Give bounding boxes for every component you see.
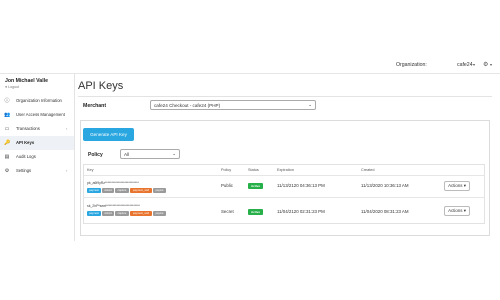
- logout-link[interactable]: ● Logout: [5, 85, 19, 89]
- key-created: 11/04/2020 08:31:23 AM: [361, 209, 409, 214]
- policy-filter-value: All: [124, 151, 130, 157]
- table-divider: [83, 175, 485, 176]
- column-header-expiration: Expiration: [277, 168, 294, 172]
- permission-tag: payment_void: [130, 211, 152, 216]
- api-key-value: pk_a6f9yRz**************************: [87, 181, 139, 185]
- column-header-policy: Policy: [221, 168, 232, 172]
- sidebar: Jon Michael Valle ● Logout ⓘ Organizatio…: [0, 74, 75, 241]
- chevron-down-icon: ⌄: [308, 102, 312, 107]
- organization-label: Organization:: [396, 62, 427, 68]
- page-title: API Keys: [78, 80, 124, 92]
- sidebar-item-transactions[interactable]: ▭ Transactions ›: [0, 122, 74, 136]
- column-header-status: Status: [248, 168, 259, 172]
- actions-dropdown-button[interactable]: Actions ▾: [444, 181, 470, 191]
- permission-tag: payout: [153, 211, 166, 216]
- chevron-down-icon[interactable]: ▾: [473, 62, 475, 67]
- app-root: Organization: cafe24 ▾ ⚙ ▾ Jon Michael V…: [0, 0, 500, 300]
- key-permissions: payment refund capture payment_void payo…: [87, 211, 173, 216]
- merchant-select-value: cafe24 Checkout - cafe24 (PHP): [154, 102, 221, 108]
- top-bar: Organization: cafe24 ▾ ⚙ ▾: [0, 58, 500, 74]
- status-badge: Active: [248, 183, 263, 189]
- key-policy: Public: [221, 183, 233, 188]
- users-icon: 👥: [4, 112, 11, 118]
- merchant-select[interactable]: cafe24 Checkout - cafe24 (PHP) ⌄: [150, 100, 316, 110]
- permission-tag: capture: [115, 188, 129, 193]
- sidebar-item-label: Settings: [16, 168, 32, 173]
- sidebar-item-label: API Keys: [16, 140, 35, 145]
- organization-selector[interactable]: cafe24: [457, 62, 473, 68]
- generate-api-key-button[interactable]: Generate API Key: [83, 128, 134, 141]
- sidebar-item-audit-logs[interactable]: ▤ Audit Logs: [0, 150, 74, 164]
- sidebar-item-label: User Access Management: [16, 112, 65, 117]
- permission-tag: capture: [115, 211, 129, 216]
- audit-icon: ▤: [4, 154, 10, 160]
- key-policy: Secret: [221, 209, 234, 214]
- key-expiration: 11/13/2120 04:36:13 PM: [277, 183, 325, 188]
- transactions-icon: ▭: [4, 126, 10, 132]
- sidebar-item-label: Organization Information: [16, 98, 62, 103]
- merchant-label: Merchant: [83, 103, 107, 109]
- permission-tag: payment: [87, 188, 101, 193]
- sidebar-item-api-keys[interactable]: 🔑 API Keys: [0, 136, 74, 150]
- column-header-created: Created: [361, 168, 375, 172]
- policy-filter-select[interactable]: All ⌄: [120, 149, 180, 159]
- status-badge: Active: [248, 209, 263, 215]
- key-expiration: 11/04/2120 02:31:23 PM: [277, 209, 325, 214]
- api-key-value: sk_2hP*seet**************************: [87, 204, 140, 208]
- sidebar-item-label: Transactions: [16, 126, 40, 131]
- key-permissions: payment refund capture payment_void payo…: [87, 188, 173, 193]
- key-created: 11/13/2020 10:36:13 AM: [361, 183, 409, 188]
- chevron-down-icon: ⌄: [172, 151, 176, 156]
- policy-filter-label: Policy: [88, 152, 103, 158]
- info-icon: ⓘ: [4, 98, 10, 104]
- column-header-key: Key: [87, 168, 94, 172]
- sidebar-item-user-access-management[interactable]: 👥 User Access Management: [0, 108, 74, 122]
- gear-icon[interactable]: ⚙: [483, 61, 488, 68]
- sidebar-item-organization-information[interactable]: ⓘ Organization Information: [0, 94, 74, 108]
- actions-dropdown-button[interactable]: Actions ▾: [444, 206, 470, 216]
- permission-tag: refund: [102, 211, 114, 216]
- user-name: Jon Michael Valle: [5, 78, 48, 84]
- sidebar-item-label: Audit Logs: [16, 154, 36, 159]
- chevron-down-icon[interactable]: ▾: [490, 62, 492, 67]
- permission-tag: payment_void: [130, 188, 152, 193]
- chevron-right-icon: ›: [66, 168, 68, 173]
- sidebar-item-settings[interactable]: ⚙ Settings ›: [0, 164, 74, 178]
- table-divider: [83, 197, 485, 198]
- permission-tag: payment: [87, 211, 101, 216]
- settings-icon: ⚙: [4, 168, 10, 174]
- key-icon: 🔑: [4, 140, 11, 146]
- permission-tag: refund: [102, 188, 114, 193]
- chevron-right-icon: ›: [66, 126, 68, 131]
- permission-tag: payout: [153, 188, 166, 193]
